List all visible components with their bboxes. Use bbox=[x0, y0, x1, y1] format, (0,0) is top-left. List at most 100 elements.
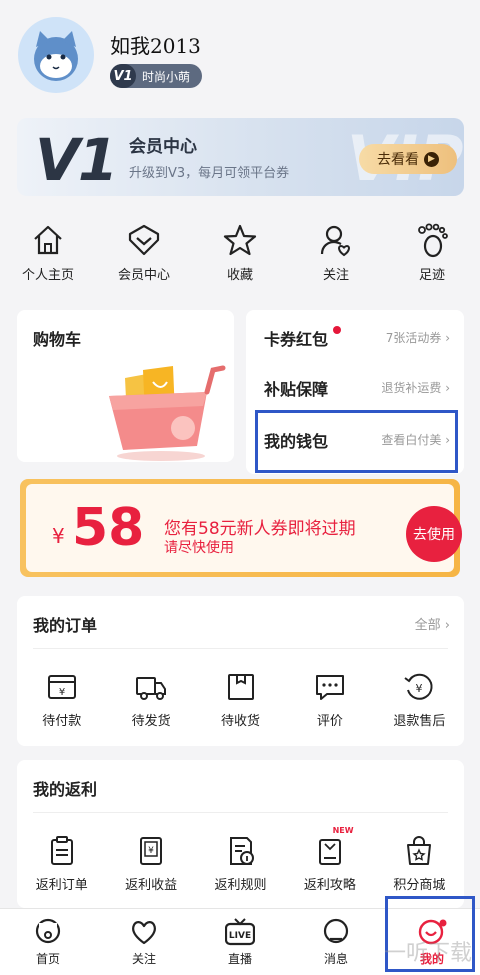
quick-links-row: 个人主页 会员中心 收藏 关注 足迹 bbox=[0, 222, 480, 286]
divider bbox=[33, 648, 448, 649]
svg-text:LIVE: LIVE bbox=[229, 931, 251, 941]
coupon-submessage: 请尽快使用 bbox=[164, 540, 234, 556]
order-pending-payment[interactable]: ¥ 待付款 bbox=[17, 670, 106, 729]
tab-follow[interactable]: 关注 bbox=[96, 909, 192, 975]
new-user-coupon-banner[interactable]: ¥ 58 您有58元新人券即将过期 请尽快使用 去使用 bbox=[20, 479, 462, 577]
level-title: 时尚小萌 bbox=[142, 69, 191, 84]
order-item-label: 待收货 bbox=[221, 714, 261, 729]
username: 如我2013 bbox=[110, 34, 201, 58]
notification-dot bbox=[333, 326, 341, 334]
orders-card: 我的订单 全部 › ¥ 待付款 待发货 待收货 评价 ¥ 退款售后 bbox=[17, 596, 464, 746]
rebate-guide[interactable]: NEW 返利攻略 bbox=[285, 826, 374, 893]
quick-link-label: 个人主页 bbox=[21, 268, 74, 283]
coupon-message: 您有58元新人券即将过期 bbox=[164, 519, 356, 539]
tab-label: 直播 bbox=[227, 952, 252, 966]
tablet-yen-icon: ¥ bbox=[140, 837, 163, 865]
list-item-label: 补贴保障 bbox=[264, 380, 329, 399]
rebate-card: 我的返利 返利订单 ¥ 返利收益 返利规则 NEW 返利攻略 积分商城 bbox=[17, 760, 464, 908]
message-icon bbox=[323, 918, 349, 944]
rebate-item-label: 返利攻略 bbox=[303, 878, 356, 893]
orders-title: 我的订单 bbox=[33, 616, 98, 635]
live-tv-icon: LIVE bbox=[225, 918, 255, 946]
wallet-highlight-box bbox=[255, 410, 458, 473]
list-item-hint: 退货补运费 › bbox=[381, 381, 450, 395]
quick-link-label: 足迹 bbox=[418, 268, 445, 283]
new-badge: NEW bbox=[332, 826, 354, 835]
coupon-use-button[interactable]: 去使用 bbox=[406, 506, 462, 562]
order-pending-receipt[interactable]: 待收货 bbox=[196, 670, 285, 729]
rebate-item-label: 返利收益 bbox=[125, 878, 178, 893]
order-item-label: 待发货 bbox=[131, 714, 171, 729]
svg-text:¥: ¥ bbox=[148, 846, 154, 856]
quick-link-label: 关注 bbox=[322, 268, 349, 283]
tab-messages[interactable]: 消息 bbox=[288, 909, 384, 975]
rebate-item-label: 返利订单 bbox=[35, 878, 88, 893]
refund-icon: ¥ bbox=[404, 673, 433, 700]
level-label: V1 bbox=[110, 64, 136, 88]
member-center-card[interactable]: V1 VIP 会员中心 升级到V3，每月可领平台券 去看看 ▶ bbox=[17, 118, 464, 196]
cart-illustration-icon bbox=[109, 365, 226, 461]
order-item-label: 退款售后 bbox=[393, 714, 446, 729]
rebate-rules[interactable]: 返利规则 bbox=[196, 834, 285, 893]
site-watermark: 一听下载 bbox=[383, 941, 472, 966]
document-info-icon bbox=[229, 837, 254, 865]
tab-live[interactable]: LIVE 直播 bbox=[192, 909, 288, 975]
wallet-card-icon: ¥ bbox=[47, 675, 76, 699]
quick-link-label: 收藏 bbox=[226, 268, 253, 283]
svg-text:¥: ¥ bbox=[416, 682, 423, 695]
rebate-item-label: 返利规则 bbox=[214, 878, 267, 893]
rebate-title: 我的返利 bbox=[33, 780, 98, 799]
tab-label: 消息 bbox=[323, 952, 348, 966]
order-review[interactable]: 评价 bbox=[285, 670, 374, 729]
quick-link-member[interactable]: 会员中心 bbox=[96, 222, 192, 286]
avatar[interactable] bbox=[18, 17, 94, 93]
avatar-cat-icon bbox=[34, 31, 78, 81]
box-icon bbox=[227, 674, 254, 700]
cart-title: 购物车 bbox=[33, 330, 82, 349]
quick-link-footprint[interactable]: 足迹 bbox=[384, 222, 480, 286]
list-item-coupons[interactable]: 卡券红包 7张活动券 › bbox=[246, 314, 464, 358]
coupon-body: ¥ 58 您有58元新人券即将过期 请尽快使用 去使用 bbox=[26, 484, 462, 572]
list-item-subsidy[interactable]: 补贴保障 退货补运费 › bbox=[246, 364, 464, 408]
tab-home[interactable]: 首页 bbox=[0, 909, 96, 975]
follow-user-icon bbox=[320, 225, 350, 257]
order-refund[interactable]: ¥ 退款售后 bbox=[375, 670, 464, 729]
coupon-currency: ¥ bbox=[52, 524, 65, 548]
footprint-icon bbox=[418, 223, 448, 258]
rebate-orders[interactable]: 返利订单 bbox=[17, 834, 106, 893]
member-go-button[interactable]: 去看看 ▶ bbox=[359, 144, 457, 174]
tab-label: 首页 bbox=[35, 952, 60, 966]
divider bbox=[33, 812, 448, 813]
svg-text:¥: ¥ bbox=[59, 687, 65, 698]
quick-link-follow[interactable]: 关注 bbox=[288, 222, 384, 286]
member-subtitle: 升级到V3，每月可领平台券 bbox=[129, 166, 290, 181]
rebate-earnings[interactable]: ¥ 返利收益 bbox=[106, 834, 195, 893]
member-go-label: 去看看 bbox=[377, 152, 419, 168]
star-icon bbox=[223, 224, 257, 256]
level-badge[interactable]: V1 时尚小萌 bbox=[110, 64, 202, 88]
member-title: 会员中心 bbox=[129, 137, 197, 157]
order-pending-shipment[interactable]: 待发货 bbox=[106, 670, 195, 729]
heart-icon bbox=[132, 921, 156, 945]
quick-link-favorites[interactable]: 收藏 bbox=[192, 222, 288, 286]
rebate-points-mall[interactable]: 积分商城 bbox=[375, 834, 464, 893]
arrow-right-icon: ▶ bbox=[424, 151, 439, 167]
orders-icons-row: ¥ 待付款 待发货 待收货 评价 ¥ 退款售后 bbox=[17, 670, 464, 729]
tab-label: 关注 bbox=[131, 952, 156, 966]
quick-link-home[interactable]: 个人主页 bbox=[0, 222, 96, 286]
clipboard-icon bbox=[50, 836, 73, 865]
orders-all-link[interactable]: 全部 › bbox=[415, 614, 450, 633]
order-item-label: 待付款 bbox=[42, 714, 82, 729]
diamond-icon bbox=[128, 224, 160, 256]
list-item-hint: 7张活动券 › bbox=[385, 331, 450, 345]
home-tab-icon bbox=[35, 918, 61, 944]
shopping-cart-card[interactable]: 购物车 bbox=[17, 310, 234, 462]
quick-link-label: 会员中心 bbox=[117, 268, 170, 283]
rebate-item-label: 积分商城 bbox=[393, 878, 446, 893]
book-new-icon bbox=[318, 839, 341, 865]
order-item-label: 评价 bbox=[316, 714, 343, 729]
rebate-icons-row: 返利订单 ¥ 返利收益 返利规则 NEW 返利攻略 积分商城 bbox=[17, 826, 464, 893]
shopping-bag-icon bbox=[407, 836, 432, 865]
truck-icon bbox=[136, 677, 167, 700]
comment-icon bbox=[315, 675, 344, 700]
